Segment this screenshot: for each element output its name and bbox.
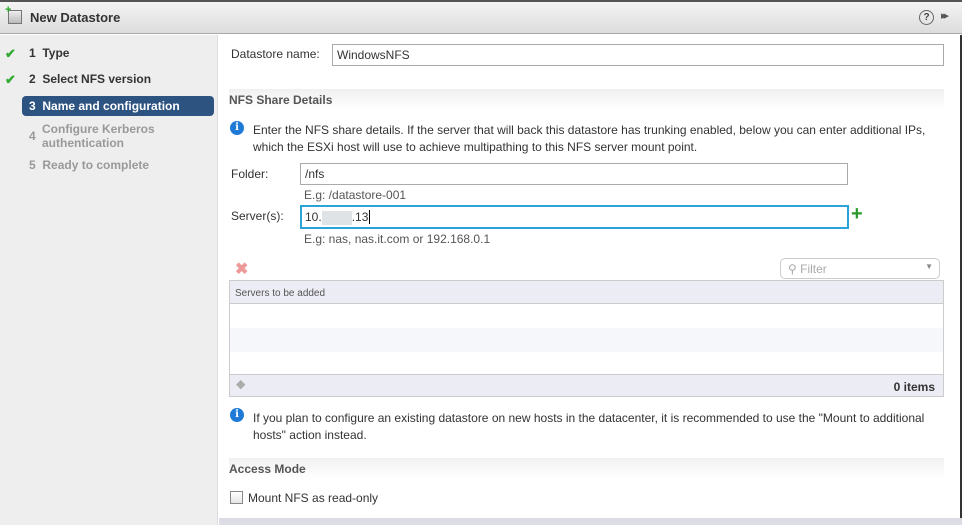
step-select-nfs-version[interactable]: ✔ 2 Select NFS version [5, 72, 214, 87]
access-mode-header: Access Mode [229, 458, 944, 478]
grid-footer: ⛖ 0 items [230, 374, 943, 396]
readonly-label[interactable]: Mount NFS as read-only [248, 491, 378, 505]
mount-info-text: If you plan to configure an existing dat… [253, 411, 925, 442]
datastore-add-icon [5, 4, 22, 24]
title-bar: New Datastore ? ▸▸ [0, 0, 962, 34]
server-value-suffix: .13 [351, 210, 369, 224]
nfs-info-text: Enter the NFS share details. If the serv… [253, 123, 926, 154]
binoculars-icon[interactable]: ⛖ [236, 378, 246, 393]
servers-input[interactable]: 10. .13 [300, 205, 849, 229]
info-icon: i [230, 408, 244, 422]
step-name-and-configuration[interactable]: 3 Name and configuration [22, 96, 214, 116]
folder-label: Folder: [231, 167, 269, 181]
column-header-servers[interactable]: Servers to be added [230, 281, 943, 304]
servers-grid: Servers to be added ⛖ 0 items [229, 280, 944, 397]
datastore-name-input[interactable]: WindowsNFS [332, 44, 944, 66]
add-server-icon[interactable]: + [851, 203, 863, 226]
wizard-steps: ✔ 1 Type ✔ 2 Select NFS version 3 Name and… [0, 35, 218, 525]
check-icon: ✔ [5, 46, 16, 61]
table-row [230, 328, 943, 352]
servers-label: Server(s): [231, 209, 284, 223]
readonly-checkbox[interactable] [230, 491, 243, 504]
filter-input[interactable]: ⚲ Filter ▼ [780, 258, 940, 279]
expand-icon[interactable]: ▸▸ [941, 9, 949, 22]
table-row [230, 352, 943, 376]
step-type[interactable]: ✔ 1 Type [5, 46, 214, 61]
search-icon: ⚲ [788, 262, 797, 276]
folder-input[interactable]: /nfs [300, 163, 848, 185]
servers-hint: E.g: nas, nas.it.com or 192.168.0.1 [304, 232, 491, 246]
help-icon[interactable]: ? [919, 10, 934, 25]
redacted-text [321, 210, 352, 225]
step-configure-kerberos: 4 Configure Kerberos authentication [29, 122, 155, 150]
window-title: New Datastore [30, 10, 121, 25]
bottom-bar [219, 518, 962, 525]
check-icon: ✔ [5, 72, 16, 87]
table-row [230, 304, 943, 328]
remove-server-icon[interactable]: ✖ [235, 259, 248, 279]
step-ready-to-complete: 5 Ready to complete [29, 158, 150, 172]
folder-hint: E.g: /datastore-001 [304, 188, 407, 202]
info-icon: i [230, 121, 244, 135]
nfs-share-details-header: NFS Share Details [229, 89, 944, 109]
dropdown-icon[interactable]: ▼ [925, 262, 933, 271]
datastore-name-label: Datastore name: [231, 47, 320, 61]
server-value-prefix: 10. [305, 210, 322, 224]
items-count: 0 items [893, 380, 935, 394]
